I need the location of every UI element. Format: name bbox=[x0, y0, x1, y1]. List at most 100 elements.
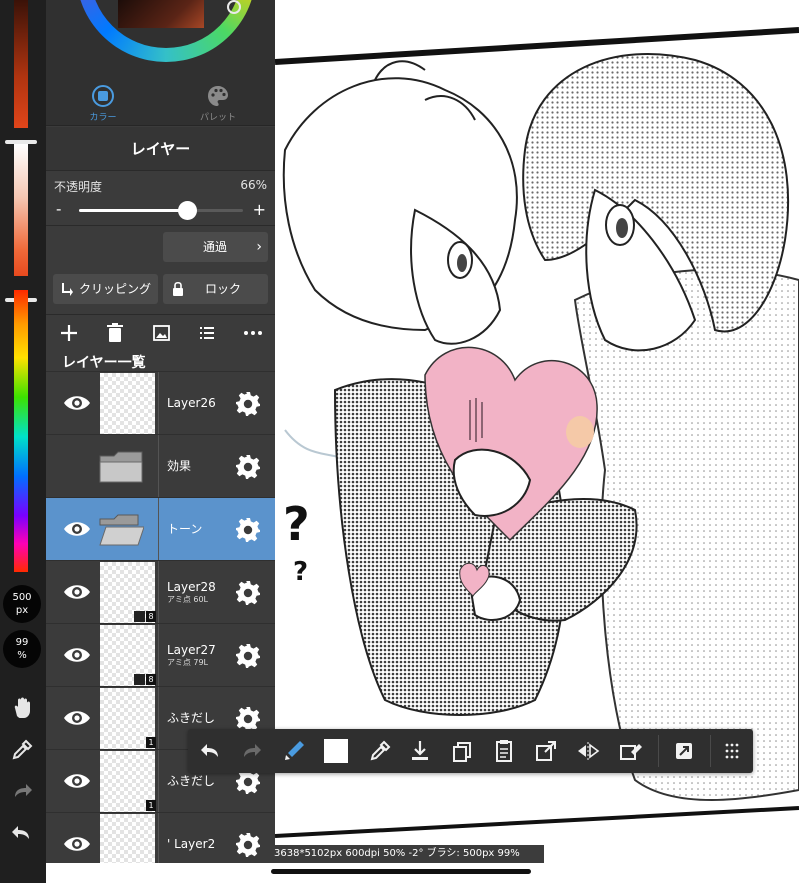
redo-icon[interactable] bbox=[238, 737, 266, 765]
gear-icon[interactable] bbox=[235, 454, 261, 480]
layer-thumbnail bbox=[100, 373, 155, 434]
undo-icon[interactable] bbox=[8, 820, 36, 848]
eyedropper-icon[interactable] bbox=[8, 736, 36, 764]
layer-bit-badge: 1 bbox=[146, 800, 156, 811]
gear-icon[interactable] bbox=[235, 517, 261, 543]
clipping-button[interactable]: クリッピング bbox=[53, 274, 158, 304]
layer-thumbnail bbox=[100, 814, 155, 863]
eye-icon[interactable] bbox=[62, 580, 92, 604]
eye-icon[interactable] bbox=[62, 643, 92, 667]
eraser-icon[interactable] bbox=[616, 737, 644, 765]
opacity-label: 不透明度 bbox=[54, 180, 103, 194]
color-mode-tabs: カラー パレット bbox=[46, 78, 275, 126]
tab-color[interactable]: カラー bbox=[46, 78, 160, 126]
layer-name-text: Layer27 bbox=[167, 643, 216, 657]
clipping-label: クリッピング bbox=[79, 282, 152, 296]
layer-name-text: ふきだし bbox=[167, 711, 216, 725]
app-window: ? ? 500 px 99 % カラー パレット レイヤー 不透明度 66% -… bbox=[0, 0, 799, 883]
folder-icon bbox=[98, 450, 144, 484]
gear-icon[interactable] bbox=[235, 391, 261, 417]
blend-mode-button[interactable]: 通過 › bbox=[163, 232, 268, 262]
layer-row[interactable]: ' Layer2 bbox=[46, 812, 275, 863]
visibility-toggle[interactable] bbox=[62, 454, 92, 478]
brush-size-unit: px bbox=[15, 605, 29, 616]
opacity-slider[interactable] bbox=[79, 201, 243, 220]
layer-name-text: Layer28 bbox=[167, 580, 216, 594]
blend-mode-label: 通過 bbox=[203, 240, 228, 254]
paste-icon[interactable] bbox=[490, 737, 518, 765]
layer-name: 効果 bbox=[167, 435, 191, 498]
opacity-slider-knob[interactable] bbox=[178, 201, 198, 220]
opacity-slider-fill bbox=[79, 209, 188, 212]
opacity-increase-button[interactable]: + bbox=[253, 200, 266, 219]
gear-icon[interactable] bbox=[235, 832, 261, 858]
swap-color-icon[interactable] bbox=[280, 737, 308, 765]
flip-icon[interactable] bbox=[574, 737, 602, 765]
layer-name: ' Layer2 bbox=[167, 813, 215, 863]
layer-bit-badge: 8 bbox=[146, 611, 156, 622]
grid-icon[interactable] bbox=[718, 737, 746, 765]
svg-text:?: ? bbox=[293, 557, 308, 587]
brush-opacity-button[interactable]: 99 % bbox=[3, 630, 41, 668]
layer-name-text: トーン bbox=[167, 522, 203, 536]
home-indicator bbox=[271, 869, 531, 874]
layer-row[interactable]: 効果 bbox=[46, 434, 275, 498]
gear-icon[interactable] bbox=[235, 580, 261, 606]
layer-name: Layer26 bbox=[167, 372, 216, 435]
chevron-right-icon: › bbox=[256, 239, 262, 255]
tab-color-label: カラー bbox=[89, 113, 117, 123]
left-toolbar: 500 px 99 % bbox=[0, 0, 46, 883]
hand-icon[interactable] bbox=[8, 694, 36, 722]
export-icon[interactable] bbox=[532, 737, 560, 765]
eye-icon[interactable] bbox=[62, 769, 92, 793]
layer-name-text: ' Layer2 bbox=[167, 837, 216, 851]
brightness-slider-dark[interactable] bbox=[14, 0, 28, 128]
svg-text:?: ? bbox=[283, 497, 310, 551]
duplicate-icon[interactable] bbox=[448, 737, 476, 765]
image-icon[interactable] bbox=[148, 321, 174, 345]
more-icon[interactable] bbox=[240, 321, 266, 345]
saturation-value-square[interactable] bbox=[118, 0, 204, 28]
eye-icon[interactable] bbox=[62, 517, 92, 541]
redo-icon[interactable] bbox=[8, 778, 36, 806]
eye-icon[interactable] bbox=[62, 706, 92, 730]
brush-opacity-unit: % bbox=[17, 650, 27, 661]
layer-row[interactable]: トーン bbox=[46, 497, 275, 561]
transform-icon[interactable] bbox=[670, 737, 698, 765]
opacity-decrease-button[interactable]: - bbox=[56, 200, 61, 218]
tab-palette[interactable]: パレット bbox=[161, 78, 275, 126]
undo-icon[interactable] bbox=[196, 737, 224, 765]
layer-panel-title: レイヤー bbox=[46, 127, 275, 171]
quick-toolbar bbox=[188, 729, 753, 773]
color-swatch[interactable] bbox=[324, 739, 348, 763]
layer-name: Layer28 アミ点 60L bbox=[167, 580, 216, 606]
saturation-slider[interactable] bbox=[14, 144, 28, 276]
download-icon[interactable] bbox=[406, 737, 434, 765]
brush-size-button[interactable]: 500 px bbox=[3, 585, 41, 623]
layer-bit-badge: 1 bbox=[146, 737, 156, 748]
layer-name: トーン bbox=[167, 498, 202, 561]
delete-layer-icon[interactable] bbox=[102, 321, 128, 345]
list-icon[interactable] bbox=[194, 321, 220, 345]
clipping-arrow-icon bbox=[62, 274, 74, 315]
layer-name-text: ふきだし bbox=[167, 774, 216, 788]
color-wheel[interactable] bbox=[46, 0, 275, 78]
layer-bit-badge: 8 bbox=[146, 674, 156, 685]
lock-button[interactable]: ロック bbox=[163, 274, 268, 304]
layer-row[interactable]: Layer26 bbox=[46, 371, 275, 435]
eye-icon[interactable] bbox=[62, 391, 92, 415]
opacity-control: 不透明度 66% - + bbox=[46, 172, 275, 226]
palette-icon bbox=[206, 84, 230, 108]
layer-row[interactable]: 8 Layer28 アミ点 60L bbox=[46, 560, 275, 624]
layer-name: Layer27 アミ点 79L bbox=[167, 643, 216, 669]
opacity-value: 66% bbox=[240, 178, 267, 192]
eye-icon[interactable] bbox=[62, 832, 92, 856]
layer-name-text: 効果 bbox=[167, 459, 192, 473]
eyedropper-icon[interactable] bbox=[366, 737, 394, 765]
hue-ring-knob[interactable] bbox=[227, 0, 241, 14]
add-layer-icon[interactable] bbox=[56, 321, 82, 345]
layer-row[interactable]: 8 Layer27 アミ点 79L bbox=[46, 623, 275, 687]
brush-size-value: 500 bbox=[12, 592, 32, 603]
hue-slider[interactable] bbox=[14, 290, 28, 572]
gear-icon[interactable] bbox=[235, 643, 261, 669]
